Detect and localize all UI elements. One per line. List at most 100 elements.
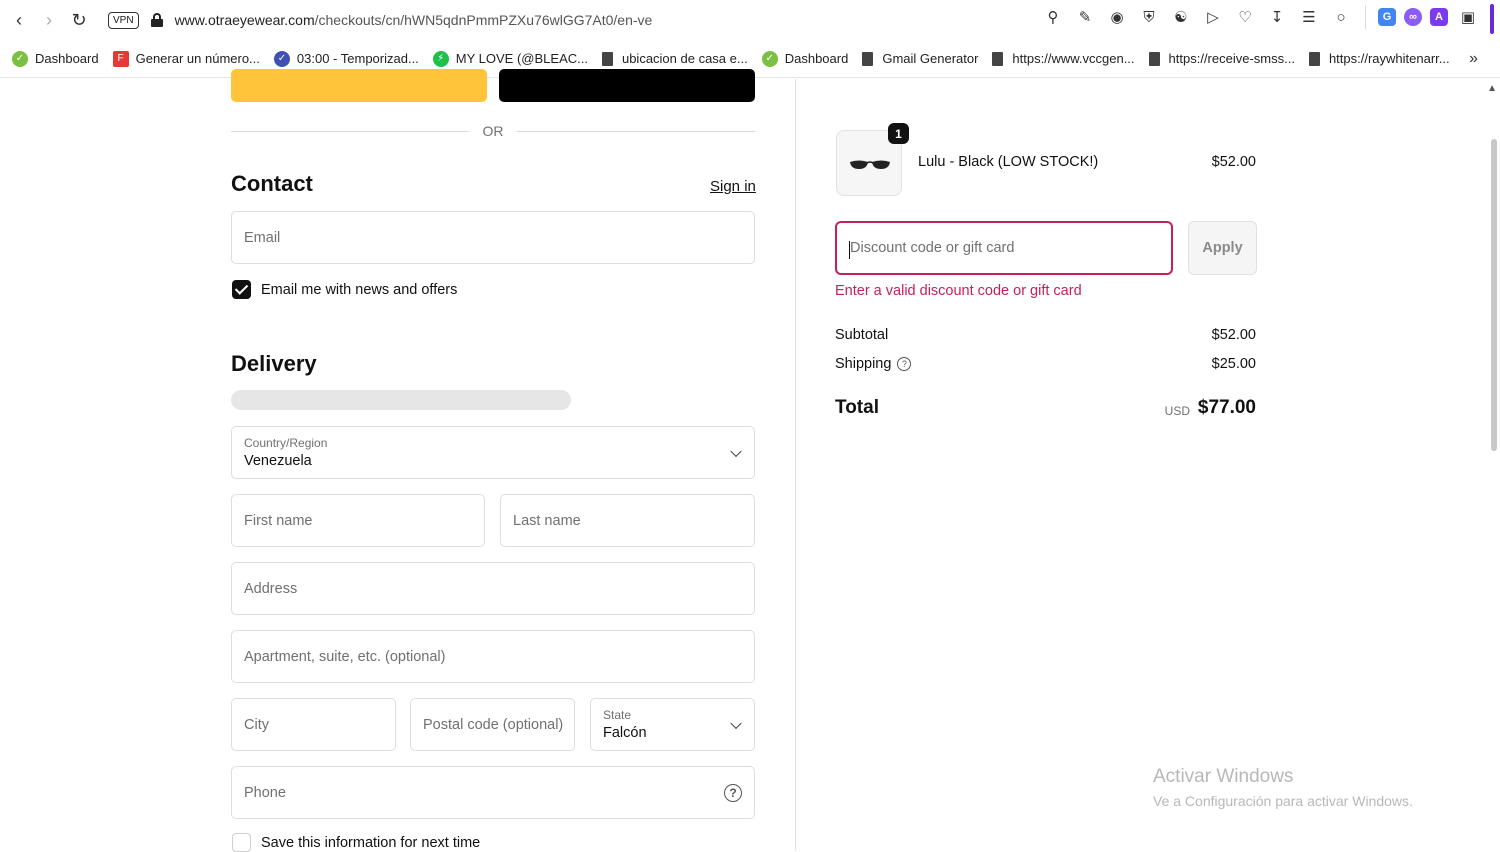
total-label: Total bbox=[835, 397, 879, 418]
document-icon bbox=[601, 51, 613, 66]
help-icon[interactable]: ? bbox=[724, 783, 742, 802]
address-field[interactable]: Address bbox=[231, 562, 755, 615]
bookmark-item[interactable]: https://raywhitenarr... bbox=[1308, 51, 1450, 66]
state-select[interactable]: State Falcón bbox=[590, 698, 755, 751]
browser-toolbar: ‹ › ↻ VPN www.otraeyewear.com/checkouts/… bbox=[0, 0, 1500, 40]
purple-extension-icon[interactable]: ∞ bbox=[1404, 8, 1422, 26]
bookmark-item[interactable]: F Generar un número... bbox=[112, 50, 260, 67]
checkout-form-column: OR Contact Sign in Email Email me with n… bbox=[0, 69, 796, 852]
more-bookmarks-icon[interactable]: » bbox=[1469, 50, 1478, 68]
first-name-field[interactable]: First name bbox=[231, 494, 485, 547]
windows-activation-title: Activar Windows bbox=[1153, 766, 1294, 787]
bookmark-item[interactable]: Gmail Generator bbox=[862, 51, 978, 66]
bookmark-item[interactable]: https://receive-smss... bbox=[1148, 51, 1295, 66]
bookmark-item[interactable]: ✓ 03:00 - Temporizad... bbox=[273, 50, 419, 67]
bookmark-item[interactable]: ✓ Dashboard bbox=[761, 50, 849, 67]
translate-extension-icon[interactable]: G bbox=[1378, 8, 1396, 26]
url-path: /checkouts/cn/hWN5qdnPmmPZXu76wlGG7At0/e… bbox=[314, 12, 653, 28]
apartment-field[interactable]: Apartment, suite, etc. (optional) bbox=[231, 630, 755, 683]
heart-icon[interactable]: ♡ bbox=[1233, 5, 1257, 29]
address-placeholder: Address bbox=[244, 580, 298, 597]
checkout-page: OR Contact Sign in Email Email me with n… bbox=[0, 69, 1500, 852]
total-value: $77.00 bbox=[1197, 397, 1256, 418]
discount-code-input[interactable]: Discount code or gift card bbox=[835, 221, 1173, 275]
zoom-search-icon[interactable]: ⚲ bbox=[1041, 5, 1065, 29]
reload-icon[interactable]: ↻ bbox=[64, 5, 94, 35]
toolbar-separator bbox=[1365, 5, 1366, 29]
shield-icon[interactable]: ⛨ bbox=[1137, 5, 1161, 29]
discount-error-message: Enter a valid discount code or gift card bbox=[835, 283, 1082, 299]
last-name-field[interactable]: Last name bbox=[500, 494, 755, 547]
chevron-down-icon bbox=[730, 445, 742, 457]
email-placeholder: Email bbox=[244, 229, 281, 246]
scroll-thumb[interactable] bbox=[1491, 139, 1497, 451]
paypal-button[interactable] bbox=[231, 69, 487, 102]
save-info-checkbox[interactable] bbox=[232, 833, 251, 852]
bookmark-label: 03:00 - Temporizad... bbox=[296, 51, 419, 66]
sidebar-accent bbox=[1490, 4, 1494, 34]
chevron-down-icon bbox=[730, 717, 742, 729]
last-name-placeholder: Last name bbox=[513, 512, 581, 529]
bookmark-item[interactable]: https://www.vccgen... bbox=[992, 51, 1135, 66]
scrollbar[interactable]: ▲ bbox=[1486, 79, 1500, 850]
delivery-heading: Delivery bbox=[231, 351, 317, 376]
divider-line bbox=[517, 131, 755, 132]
info-icon[interactable]: ? bbox=[897, 357, 912, 372]
contact-heading: Contact bbox=[231, 171, 313, 196]
bookmark-label: https://www.vccgen... bbox=[1012, 51, 1135, 66]
vpn-badge[interactable]: VPN bbox=[108, 11, 139, 29]
document-icon bbox=[992, 51, 1004, 66]
address-bar[interactable]: www.otraeyewear.com/checkouts/cn/hWN5qdn… bbox=[175, 12, 653, 28]
or-divider: OR bbox=[231, 123, 755, 141]
loading-skeleton bbox=[231, 390, 571, 410]
camera-icon[interactable]: ◉ bbox=[1105, 5, 1129, 29]
country-select[interactable]: Country/Region Venezuela bbox=[231, 426, 755, 479]
forward-icon[interactable]: › bbox=[34, 5, 64, 35]
bookmark-label: https://raywhitenarr... bbox=[1328, 51, 1450, 66]
bookmark-label: Generar un número... bbox=[135, 51, 260, 66]
check-circle-icon: ✓ bbox=[273, 50, 290, 67]
product-name: Lulu - Black (LOW STOCK!) bbox=[918, 154, 1099, 170]
bookmark-item[interactable]: ✓ Dashboard bbox=[12, 50, 99, 67]
phone-field[interactable]: Phone ? bbox=[231, 766, 755, 819]
back-icon[interactable]: ‹ bbox=[4, 5, 34, 35]
profile-icon[interactable]: ○ bbox=[1329, 5, 1353, 29]
sunglasses-icon bbox=[850, 160, 890, 169]
lock-icon[interactable] bbox=[150, 13, 163, 27]
google-pay-button[interactable] bbox=[499, 69, 755, 102]
divider-line bbox=[231, 131, 469, 132]
city-placeholder: City bbox=[244, 716, 269, 733]
shipping-label: Shipping bbox=[835, 356, 892, 372]
bolt-icon: ⚡ bbox=[432, 50, 449, 67]
subtotal-value: $52.00 bbox=[1211, 327, 1256, 343]
bookmark-item[interactable]: ubicacion de casa e... bbox=[601, 51, 748, 66]
extensions-cube-icon[interactable]: ▣ bbox=[1456, 5, 1480, 29]
edit-icon[interactable]: ✎ bbox=[1073, 5, 1097, 29]
bookmark-label: Dashboard bbox=[35, 51, 99, 66]
translate-icon[interactable]: ☯ bbox=[1169, 5, 1193, 29]
play-icon[interactable]: ▷ bbox=[1201, 5, 1225, 29]
f-brand-icon: F bbox=[112, 50, 129, 67]
scroll-up-icon[interactable]: ▲ bbox=[1487, 83, 1497, 94]
menu-icon[interactable]: ☰ bbox=[1297, 5, 1321, 29]
bookmark-label: MY LOVE (@BLEAC... bbox=[455, 51, 588, 66]
bookmark-label: Dashboard bbox=[784, 51, 849, 66]
download-icon[interactable]: ↧ bbox=[1265, 5, 1289, 29]
postal-code-field[interactable]: Postal code (optional) bbox=[410, 698, 575, 751]
a-extension-icon[interactable]: A bbox=[1430, 8, 1448, 26]
bookmark-label: https://receive-smss... bbox=[1168, 51, 1295, 66]
state-value: Falcón bbox=[603, 725, 647, 741]
sign-in-link[interactable]: Sign in bbox=[710, 178, 756, 195]
currency-code: USD bbox=[1164, 404, 1190, 418]
url-host: www.otraeyewear.com bbox=[174, 12, 315, 28]
email-field[interactable]: Email bbox=[231, 211, 755, 264]
city-field[interactable]: City bbox=[231, 698, 396, 751]
green-leaf-icon: ✓ bbox=[12, 50, 28, 67]
bookmark-item[interactable]: ⚡ MY LOVE (@BLEAC... bbox=[432, 50, 588, 67]
subtotal-label: Subtotal bbox=[835, 327, 889, 343]
apply-button[interactable]: Apply bbox=[1188, 221, 1257, 275]
state-label: State bbox=[603, 708, 632, 722]
postal-code-placeholder: Postal code (optional) bbox=[423, 716, 564, 733]
news-checkbox[interactable] bbox=[232, 280, 251, 299]
document-icon bbox=[1308, 51, 1320, 66]
